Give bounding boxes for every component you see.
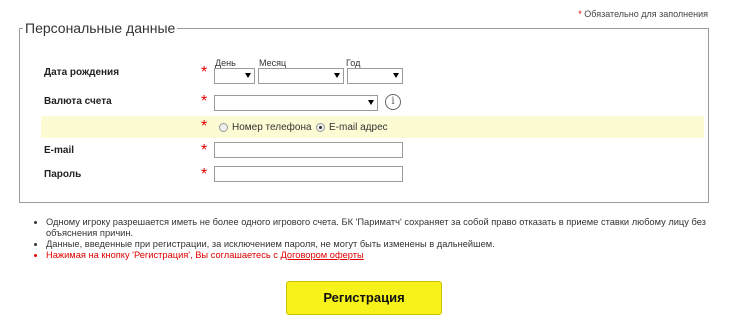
year-select[interactable] bbox=[347, 68, 403, 84]
note-offer-text: Нажимая на кнопку 'Регистрация', Вы согл… bbox=[46, 250, 281, 260]
contact-method-required-star: * bbox=[201, 118, 208, 135]
register-button[interactable]: Регистрация bbox=[286, 281, 442, 315]
day-caption: День bbox=[215, 58, 236, 68]
email-label: E-mail bbox=[44, 145, 75, 156]
phone-radio[interactable] bbox=[219, 123, 228, 132]
phone-radio-label[interactable]: Номер телефона bbox=[232, 122, 312, 133]
password-field[interactable] bbox=[214, 166, 403, 182]
email-field[interactable] bbox=[214, 142, 403, 158]
currency-select[interactable] bbox=[214, 95, 378, 111]
email-required-star: * bbox=[201, 142, 208, 159]
chevron-down-icon bbox=[245, 73, 251, 78]
section-title: Персональные данные bbox=[25, 20, 176, 36]
required-note: * Обязательно для заполнения bbox=[578, 9, 708, 19]
month-select[interactable] bbox=[258, 68, 344, 84]
password-required-star: * bbox=[201, 166, 208, 183]
chevron-down-icon bbox=[368, 100, 374, 105]
offer-agreement-link[interactable]: Договором оферты bbox=[281, 250, 364, 260]
birth-date-label: Дата рождения bbox=[44, 67, 120, 78]
birth-date-required-star: * bbox=[201, 64, 208, 81]
chevron-down-icon bbox=[393, 73, 399, 78]
required-note-text: Обязательно для заполнения bbox=[584, 9, 708, 19]
currency-label: Валюта счета bbox=[44, 96, 112, 107]
month-caption: Месяц bbox=[259, 58, 287, 68]
email-radio[interactable] bbox=[316, 123, 325, 132]
year-caption: Год bbox=[346, 58, 361, 68]
info-icon[interactable]: i bbox=[385, 94, 401, 110]
required-note-star: * bbox=[578, 9, 582, 19]
email-radio-label[interactable]: E-mail адрес bbox=[329, 122, 388, 133]
note-one-account: Одному игроку разрешается иметь не более… bbox=[46, 217, 736, 239]
password-label: Пароль bbox=[44, 169, 82, 180]
chevron-down-icon bbox=[334, 73, 340, 78]
registration-notes: Одному игроку разрешается иметь не более… bbox=[28, 217, 736, 261]
currency-required-star: * bbox=[201, 93, 208, 110]
note-data-immutable: Данные, введенные при регистрации, за ис… bbox=[46, 239, 736, 250]
note-offer-agreement: Нажимая на кнопку 'Регистрация', Вы согл… bbox=[46, 250, 736, 261]
day-select[interactable] bbox=[214, 68, 255, 84]
